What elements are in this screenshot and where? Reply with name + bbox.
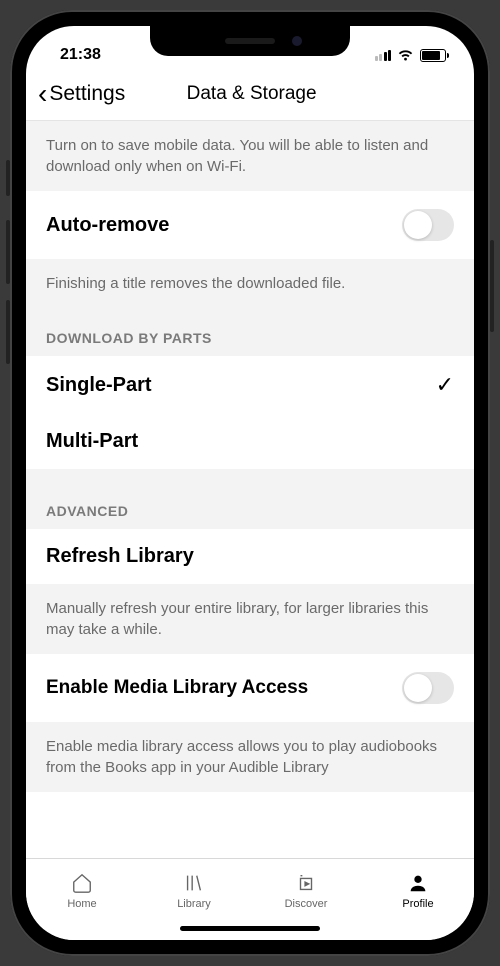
media-access-description: Enable media library access allows you t… <box>26 722 474 792</box>
refresh-library-label: Refresh Library <box>46 545 194 568</box>
tab-discover[interactable]: Discover <box>250 859 362 922</box>
home-icon <box>70 871 94 895</box>
battery-icon <box>420 49 446 62</box>
refresh-library-description: Manually refresh your entire library, fo… <box>26 584 474 654</box>
tab-label: Home <box>67 898 96 910</box>
cellular-signal-icon <box>375 49 392 61</box>
wifi-icon <box>397 49 414 62</box>
volume-up-button <box>6 220 10 284</box>
volume-down-button <box>6 300 10 364</box>
silence-switch <box>6 160 10 196</box>
tab-profile[interactable]: Profile <box>362 859 474 922</box>
tab-library[interactable]: Library <box>138 859 250 922</box>
tab-label: Discover <box>285 898 328 910</box>
advanced-header: ADVANCED <box>26 493 474 529</box>
discover-icon <box>294 871 318 895</box>
phone-frame: 21:38 ‹ Settings Data & Storage Turn on … <box>10 10 490 956</box>
media-access-label: Enable Media Library Access <box>46 677 308 699</box>
speaker <box>225 38 275 44</box>
status-indicators <box>375 49 447 62</box>
single-part-option[interactable]: Single-Part ✓ <box>26 356 474 414</box>
option-label: Single-Part <box>46 374 152 397</box>
notch <box>150 26 350 56</box>
screen: 21:38 ‹ Settings Data & Storage Turn on … <box>26 26 474 940</box>
navigation-header: ‹ Settings Data & Storage <box>26 72 474 121</box>
multi-part-option[interactable]: Multi-Part <box>26 414 474 469</box>
section-divider <box>26 469 474 493</box>
status-time: 21:38 <box>60 46 101 64</box>
front-camera <box>292 36 302 46</box>
tab-label: Profile <box>402 898 433 910</box>
media-access-toggle[interactable] <box>402 672 454 704</box>
settings-content[interactable]: Turn on to save mobile data. You will be… <box>26 121 474 858</box>
library-icon <box>182 871 206 895</box>
auto-remove-label: Auto-remove <box>46 214 169 237</box>
tab-label: Library <box>177 898 211 910</box>
tab-home[interactable]: Home <box>26 859 138 922</box>
media-library-access-row: Enable Media Library Access <box>26 654 474 722</box>
profile-icon <box>406 871 430 895</box>
checkmark-icon: ✓ <box>436 372 454 398</box>
page-title: Data & Storage <box>45 83 458 105</box>
power-button <box>490 240 494 332</box>
option-label: Multi-Part <box>46 430 138 453</box>
download-parts-header: DOWNLOAD BY PARTS <box>26 308 474 356</box>
auto-remove-row: Auto-remove <box>26 191 474 259</box>
auto-remove-toggle[interactable] <box>402 209 454 241</box>
home-indicator[interactable] <box>180 926 320 931</box>
wifi-only-description: Turn on to save mobile data. You will be… <box>26 121 474 191</box>
refresh-library-button[interactable]: Refresh Library <box>26 529 474 584</box>
auto-remove-description: Finishing a title removes the downloaded… <box>26 259 474 308</box>
